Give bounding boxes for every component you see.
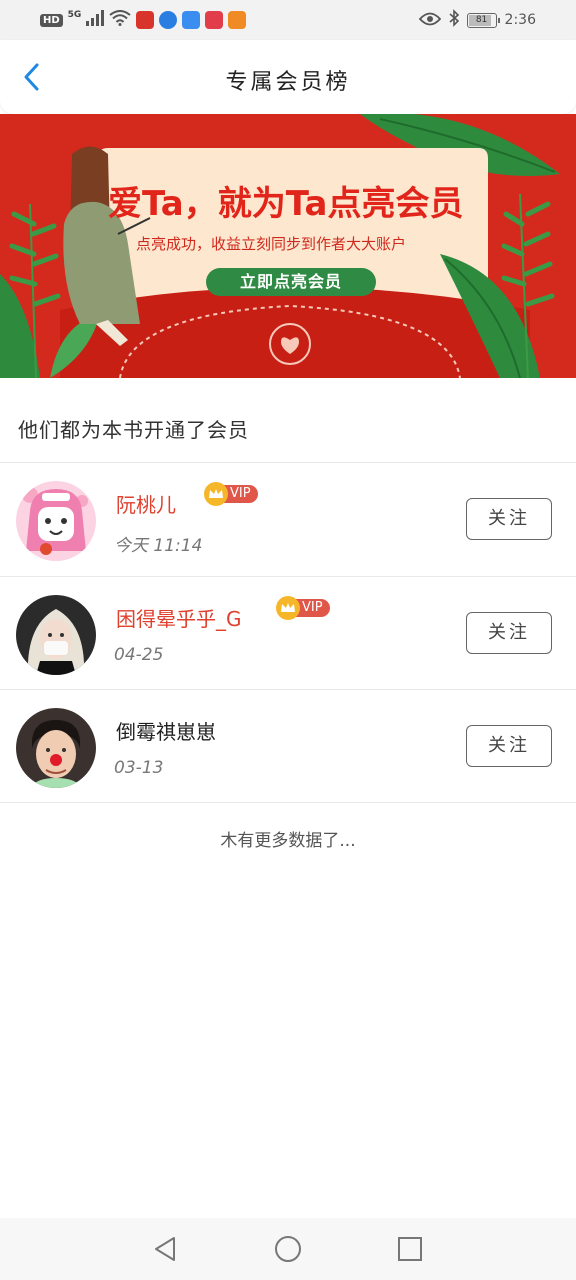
status-bar-right: 81 2:36 (418, 9, 536, 31)
network-type-label: 5G (67, 10, 82, 20)
follow-button[interactable]: 关注 (466, 498, 552, 540)
follow-button[interactable]: 关注 (466, 725, 552, 767)
battery-icon: 81 (466, 12, 500, 28)
game-app-icon (205, 11, 224, 29)
status-bar: HD 5G 81 2:36 (0, 0, 576, 40)
crown-icon (276, 596, 300, 620)
member-date: 03-13 (114, 758, 164, 778)
avatar-image (16, 481, 96, 561)
member-row[interactable]: 困得晕乎乎_G VIP 04-25 关注 (0, 577, 576, 689)
light-up-vip-button[interactable]: 立即点亮会员 (206, 268, 376, 296)
clock: 2:36 (504, 12, 536, 28)
video-app-icon (228, 11, 247, 29)
no-more-data-label: 木有更多数据了... (220, 831, 356, 851)
avatar[interactable] (16, 481, 96, 561)
eye-icon (418, 11, 441, 30)
book-app-icon (136, 11, 155, 29)
signal-icon (86, 10, 105, 30)
system-nav-bar (0, 1218, 576, 1280)
battery-level: 81 (475, 14, 488, 25)
banner-subtitle: 点亮成功，收益立刻同步到作者大大账户 (136, 235, 407, 253)
app-header: 专属会员榜 (0, 40, 576, 114)
member-date: 今天 11:14 (114, 536, 203, 556)
back-triangle-icon[interactable] (150, 1234, 180, 1264)
vip-promo-banner[interactable]: 爱Ta，就为Ta点亮会员 点亮成功，收益立刻同步到作者大大账户 立即点亮会员 (0, 114, 576, 378)
member-row[interactable]: 阮桃儿 VIP 今天 11:14 关注 (0, 463, 576, 575)
member-date: 04-25 (114, 645, 164, 665)
home-circle-icon[interactable] (273, 1234, 303, 1264)
follow-button[interactable]: 关注 (466, 612, 552, 654)
browser-app-icon (159, 11, 178, 29)
status-bar-left: HD 5G (40, 9, 247, 31)
bluetooth-icon (449, 9, 459, 31)
recents-square-icon[interactable] (395, 1234, 425, 1264)
wifi-icon (109, 10, 131, 30)
hd-indicator: HD (40, 13, 63, 27)
vip-badge: VIP (204, 482, 258, 506)
avatar-image (16, 595, 96, 675)
cloud-app-icon (182, 11, 201, 29)
section-title: 他们都为本书开通了会员 (18, 418, 249, 442)
avatar[interactable] (16, 708, 96, 788)
divider (0, 802, 576, 803)
member-name[interactable]: 倒霉祺崽崽 (116, 716, 216, 745)
crown-icon (204, 482, 228, 506)
avatar[interactable] (16, 595, 96, 675)
avatar-image (16, 708, 96, 788)
banner-headline: 爱Ta，就为Ta点亮会员 (108, 184, 464, 224)
member-row[interactable]: 倒霉祺崽崽 03-13 关注 (0, 690, 576, 802)
member-name[interactable]: 阮桃儿 (116, 489, 176, 518)
page-title: 专属会员榜 (225, 70, 351, 95)
vip-badge: VIP (276, 596, 330, 620)
member-name[interactable]: 困得晕乎乎_G (116, 603, 242, 632)
